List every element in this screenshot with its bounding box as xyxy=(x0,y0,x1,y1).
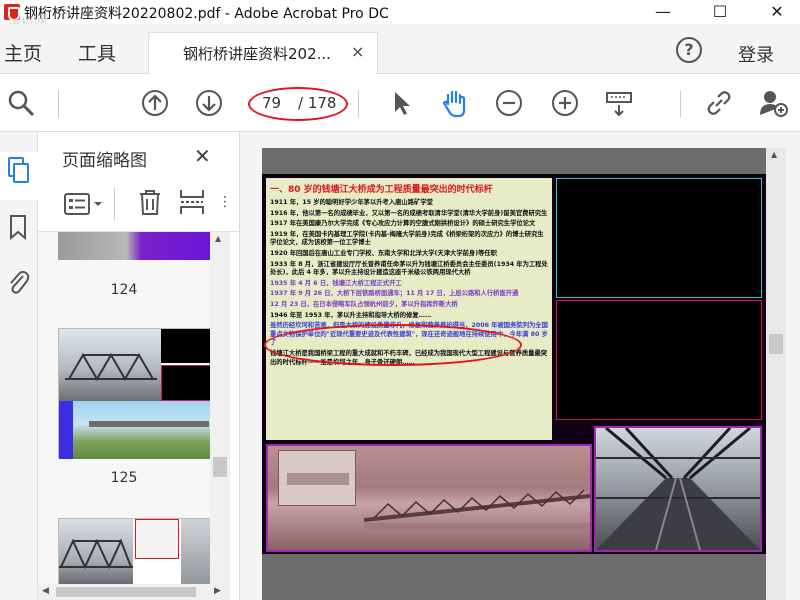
thumb-truss-drawing xyxy=(65,353,157,381)
slide-line: 1919 年，在美国卡内基理工学院(卡内基-梅隆大学前身)完成《桥梁桁架的次应力… xyxy=(270,230,544,247)
tab-tools[interactable]: 工具 xyxy=(78,39,116,66)
add-user-icon[interactable] xyxy=(758,88,788,118)
bridge-deck-photo xyxy=(594,426,762,552)
tab-bar: 主页 工具 钢桁桥讲座资料202... × ? 登录 xyxy=(0,24,800,74)
page-thumbnails-icon[interactable] xyxy=(6,156,30,184)
thumb-landscape-photo xyxy=(73,401,210,459)
slide-text-box: 一、80 岁的钱塘江大桥成为工程质量最突出的时代标杆 1911 年，15 岁的聪… xyxy=(266,178,552,440)
thumb-bridge-photo xyxy=(181,519,210,589)
bridge-truss-photo xyxy=(364,489,590,529)
help-icon[interactable]: ? xyxy=(676,37,702,63)
page-thumbnail-124[interactable] xyxy=(58,232,210,260)
document-left-margin xyxy=(240,148,262,600)
zoom-in-icon[interactable] xyxy=(550,88,580,118)
scroll-up-arrow-icon[interactable]: ▲ xyxy=(771,150,777,159)
tab-document[interactable]: 钢桁桥讲座资料202... × xyxy=(148,32,378,74)
scroll-up-arrow-icon[interactable]: ▲ xyxy=(215,234,221,243)
close-window-button[interactable]: ✕ xyxy=(754,0,800,24)
page-thumbnail-125[interactable] xyxy=(58,328,210,459)
page-label-124: 124 xyxy=(110,282,138,298)
bookmarks-icon[interactable] xyxy=(8,214,28,240)
thumb-dark-block xyxy=(161,329,210,363)
document-scrollbar-thumb[interactable] xyxy=(769,334,783,354)
minimize-button[interactable]: — xyxy=(640,0,686,24)
attachments-icon[interactable] xyxy=(6,268,30,296)
hand-tool-icon[interactable] xyxy=(440,88,470,118)
document-top-margin xyxy=(240,132,786,148)
window-title: 钢桁桥讲座资料20220802.pdf - Adobe Acrobat Pro … xyxy=(24,6,389,22)
document-scrollbar[interactable]: ▲ xyxy=(766,148,786,600)
panel-title: 页面缩略图 xyxy=(62,151,147,171)
slide-line: 1933 年 8 月，浙江省建设厅厅长曾养甫任命茅以升为钱塘江桥委员会主任委员(… xyxy=(270,260,548,277)
thumbnail-options-icon[interactable] xyxy=(64,192,104,216)
window-right-edge xyxy=(786,132,800,600)
toolbar-divider xyxy=(58,90,59,118)
close-panel-button[interactable]: ✕ xyxy=(194,144,211,168)
thumb-diagram-block xyxy=(135,519,179,559)
panel-toolbar: ⋮ xyxy=(38,176,240,232)
zoom-search-icon[interactable] xyxy=(6,88,36,118)
delete-trash-icon[interactable] xyxy=(138,188,162,216)
pdf-page-79: 一、80 岁的钱塘江大桥成为工程质量最突出的时代标杆 1911 年，15 岁的聪… xyxy=(262,174,766,554)
select-cursor-icon[interactable] xyxy=(386,88,416,118)
slide-line: 1935 年 4 月 6 日，钱塘江大桥工程正式开工 xyxy=(270,279,402,287)
red-circle-annotation xyxy=(264,324,522,366)
thumbnail-scrollbar[interactable]: ▲ xyxy=(210,232,230,584)
slide-line: 1917 年在美国康乃尔大学完成《专心攻应力计算的空腹式刚拱桥设计》的硕士研究生… xyxy=(270,220,536,228)
page-label-125: 125 xyxy=(110,470,138,486)
bridge-deck-perspective xyxy=(596,428,760,550)
more-options-icon[interactable]: ⋮ xyxy=(218,194,232,210)
slide-line: 1946 年至 1953 年，茅以升主持和指导大桥的修复…… xyxy=(270,311,432,319)
zoom-out-icon[interactable] xyxy=(494,88,524,118)
thumbnail-scrollbar-thumb[interactable] xyxy=(213,457,227,477)
slide-line: 1937 年 9 月 26 日，大桥下层铁路桥面通车；11 月 17 日，上层公… xyxy=(270,290,519,298)
panel-toolbar-divider xyxy=(114,188,115,220)
main-toolbar: 79 / 178 xyxy=(0,74,800,132)
document-view[interactable]: 一、80 岁的钱塘江大桥成为工程质量最突出的时代标杆 1911 年，15 岁的聪… xyxy=(262,148,766,600)
stone-plaque-photo xyxy=(278,450,356,506)
thumb-blue-strip xyxy=(59,401,73,459)
scroll-right-arrow-icon[interactable]: ▶ xyxy=(214,586,221,596)
next-page-icon[interactable] xyxy=(194,88,224,118)
plaque-inscription-area xyxy=(287,473,349,485)
page-display-icon[interactable] xyxy=(604,88,634,118)
toolbar-divider xyxy=(358,90,359,118)
document-tab-label: 钢桁桥讲座资料202... xyxy=(183,45,331,63)
slide-heading: 一、80 岁的钱塘江大桥成为工程质量最突出的时代标杆 xyxy=(270,185,493,195)
maximize-button[interactable]: ☐ xyxy=(697,0,743,24)
thumbnail-list: 124 125 xyxy=(38,232,210,600)
thumb-dark-block xyxy=(161,365,210,401)
slide-line: 12 月 23 日，在日本侵略军队占领杭州前夕，茅以升指挥炸断大桥 xyxy=(270,300,458,308)
slide-line: 1911 年，15 岁的聪明好学少年茅以升考入唐山路矿学堂 xyxy=(270,199,433,206)
close-tab-button[interactable]: × xyxy=(351,42,364,61)
thumbnail-panel: 页面缩略图 ✕ ⋮ 124 125 ▲ ◀ ▶ xyxy=(38,132,240,600)
thumb-truss-drawing xyxy=(59,538,133,570)
share-link-icon[interactable] xyxy=(704,88,734,118)
dark-image-panel xyxy=(556,300,762,420)
slide-line: 1920 年回国后在唐山工业专门学校、东南大学和北洋大学(天津大学前身)等任职 xyxy=(270,249,497,257)
slide-line: 1916 年，他以第一名的成绩毕业，又以第一名的成绩考取清华学堂(清华大学前身)… xyxy=(270,209,548,217)
insert-pages-icon[interactable] xyxy=(178,188,206,216)
thumbnail-horizontal-scrollbar[interactable]: ◀ ▶ xyxy=(38,584,230,600)
tab-home[interactable]: 主页 xyxy=(4,39,42,66)
horizontal-scrollbar-thumb[interactable] xyxy=(56,587,196,597)
navigation-rail xyxy=(0,132,38,600)
dark-image-panel xyxy=(556,178,762,298)
scroll-left-arrow-icon[interactable]: ◀ xyxy=(42,586,49,596)
red-ellipse-annotation xyxy=(248,87,348,121)
previous-page-icon[interactable] xyxy=(140,88,170,118)
thumb-bridge-deck xyxy=(89,421,209,427)
toolbar-divider xyxy=(680,90,681,118)
sign-in-button[interactable]: 登录 xyxy=(738,41,774,67)
bridge-photo-panorama xyxy=(266,444,592,552)
title-bar: 钢桁桥讲座资料20220802.pdf - Adobe Acrobat Pro … xyxy=(0,0,800,34)
